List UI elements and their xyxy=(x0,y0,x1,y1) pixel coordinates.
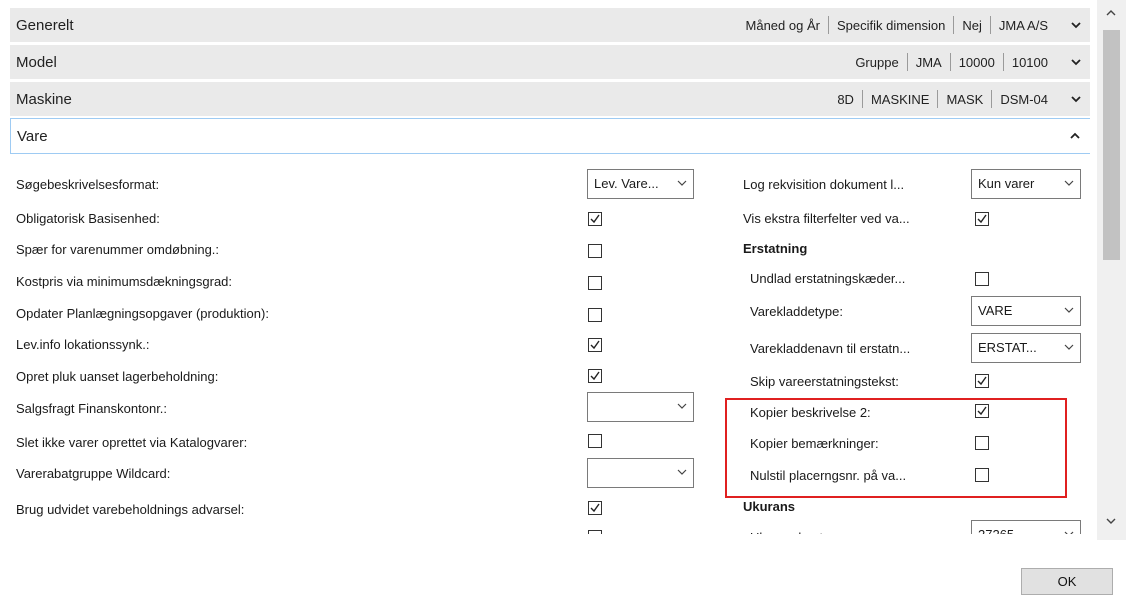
field-label: Varerabatgruppe Wildcard: xyxy=(16,466,171,481)
summary-value: MASK xyxy=(946,91,984,107)
chevron-down-icon[interactable] xyxy=(1068,91,1084,107)
scrollbar-thumb[interactable] xyxy=(1103,30,1120,260)
section-model[interactable]: Model Gruppe JMA 10000 10100 xyxy=(10,45,1090,79)
dropdown-value: ERSTAT... xyxy=(978,340,1037,355)
chevron-down-icon xyxy=(677,180,687,186)
section-vare[interactable]: Vare xyxy=(10,118,1090,154)
skip-vareerstatningstekst-checkbox[interactable] xyxy=(975,374,989,388)
field-label: Undlad erstatningskæder... xyxy=(750,271,906,286)
salgsfragt-dropdown[interactable] xyxy=(587,392,694,422)
field-label: Varekladdenavn til erstatn... xyxy=(750,341,911,356)
chevron-up-icon[interactable] xyxy=(1067,128,1083,144)
spaer-omdoebning-checkbox[interactable] xyxy=(588,244,602,258)
obligatorisk-basisenhed-checkbox[interactable] xyxy=(588,212,602,226)
summary-value: Måned og År xyxy=(745,17,820,33)
ok-button[interactable]: OK xyxy=(1021,568,1113,595)
scroll-up-arrow-icon[interactable] xyxy=(1105,8,1117,18)
chevron-down-icon[interactable] xyxy=(1068,17,1084,33)
undlad-erstatningskaeder-checkbox[interactable] xyxy=(975,272,989,286)
chevron-down-icon xyxy=(677,469,687,475)
scroll-down-arrow-icon[interactable] xyxy=(1105,516,1117,526)
field-label: Slet ikke varer oprettet via Katalogvare… xyxy=(16,435,248,450)
field-label: Lev.info lokationssynk.: xyxy=(16,337,150,352)
summary-value: DSM-04 xyxy=(1000,91,1048,107)
slet-ikke-varer-checkbox[interactable] xyxy=(588,434,602,448)
summary-value: Gruppe xyxy=(855,54,899,70)
field-label: Opdater Planlægningsopgaver (produktion)… xyxy=(16,306,269,321)
field-label: Spær for varenummer omdøbning.: xyxy=(16,242,220,257)
chevron-down-icon xyxy=(1064,180,1074,186)
field-label: Vis ekstra filterfelter ved va... xyxy=(743,211,910,226)
summary-value: JMA xyxy=(915,54,942,70)
field-label: Skip vareerstatningstekst: xyxy=(750,374,899,389)
chevron-down-icon[interactable] xyxy=(1068,54,1084,70)
chevron-down-icon xyxy=(1064,307,1074,313)
field-label: Brug udvidet varebeholdnings advarsel: xyxy=(16,502,245,517)
field-label: Log rekvisition dokument l... xyxy=(743,177,905,192)
chevron-down-icon xyxy=(1064,344,1074,350)
vare-setup-panel: Generelt Måned og År Specifik dimension … xyxy=(0,0,1090,540)
summary-value: Specifik dimension xyxy=(836,17,946,33)
summary-value: Nej xyxy=(962,17,982,33)
section-summary: Måned og År Specifik dimension Nej JMA A… xyxy=(738,16,1056,34)
summary-value: MASKINE xyxy=(870,91,930,107)
section-title: Generelt xyxy=(16,16,74,34)
varekladdenavn-dropdown[interactable]: ERSTAT... xyxy=(971,333,1081,363)
soegebeskrivelsesformat-dropdown[interactable]: Lev. Vare... xyxy=(587,169,694,199)
field-label: Obligatorisk Basisenhed: xyxy=(16,211,160,226)
scroll-clip xyxy=(0,534,1090,540)
section-maskine[interactable]: Maskine 8D MASKINE MASK DSM-04 xyxy=(10,82,1090,116)
opret-pluk-checkbox[interactable] xyxy=(588,369,602,383)
summary-value: 8D xyxy=(837,91,854,107)
kostpris-checkbox[interactable] xyxy=(588,276,602,290)
field-label: Salgsfragt Finanskontonr.: xyxy=(16,401,168,416)
field-label: Varekladdetype: xyxy=(750,304,843,319)
summary-value: 10100 xyxy=(1011,54,1048,70)
chevron-down-icon xyxy=(677,403,687,409)
section-summary: Gruppe JMA 10000 10100 xyxy=(847,53,1056,71)
ukurans-heading: Ukurans xyxy=(743,499,796,514)
varekladdetype-dropdown[interactable]: VARE xyxy=(971,296,1081,326)
vertical-scrollbar[interactable] xyxy=(1097,0,1126,540)
field-label: Søgebeskrivelsesformat: xyxy=(16,177,160,192)
dropdown-value: VARE xyxy=(978,303,1013,318)
dropdown-value: Kun varer xyxy=(978,176,1035,191)
dropdown-value: Lev. Vare... xyxy=(594,176,659,191)
section-generelt[interactable]: Generelt Måned og År Specifik dimension … xyxy=(10,8,1090,42)
field-label: Opret pluk uanset lagerbeholdning: xyxy=(16,369,219,384)
log-rekvisition-dropdown[interactable]: Kun varer xyxy=(971,169,1081,199)
section-title: Model xyxy=(16,53,57,71)
highlight-box xyxy=(725,398,1067,498)
opdater-planlaegning-checkbox[interactable] xyxy=(588,308,602,322)
vis-ekstra-checkbox[interactable] xyxy=(975,212,989,226)
varerabatgruppe-dropdown[interactable] xyxy=(587,458,694,488)
section-summary: 8D MASKINE MASK DSM-04 xyxy=(829,90,1056,108)
lev-info-checkbox[interactable] xyxy=(588,338,602,352)
erstatning-heading: Erstatning xyxy=(743,241,808,256)
section-title: Maskine xyxy=(16,90,72,108)
summary-value: 10000 xyxy=(958,54,995,70)
summary-value: JMA A/S xyxy=(998,17,1048,33)
udvidet-advarsel-checkbox[interactable] xyxy=(588,501,602,515)
field-label: Kostpris via minimumsdækningsgrad: xyxy=(16,274,233,289)
section-title: Vare xyxy=(17,127,48,145)
